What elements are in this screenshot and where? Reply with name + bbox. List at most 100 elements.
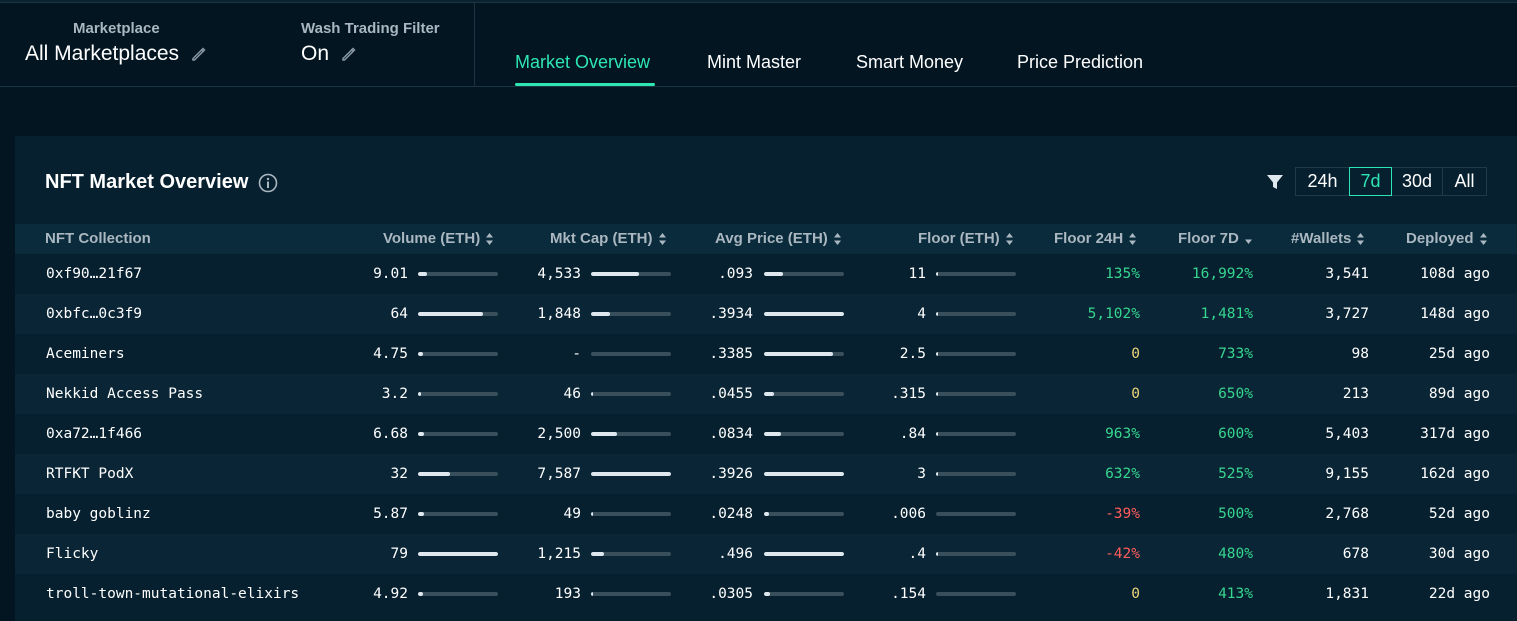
floor-bar-fill [936, 552, 938, 556]
mktcap-bar [591, 432, 671, 436]
range-30d-button[interactable]: 30d [1391, 167, 1443, 196]
sort-icon[interactable] [1005, 232, 1014, 246]
floor-cell: .006 [891, 506, 926, 522]
deployed-cell: 148d ago [1420, 306, 1490, 322]
volume-cell: 4.92 [373, 586, 408, 602]
column-floor7d[interactable]: Floor 7D [1178, 230, 1253, 247]
sort-icon[interactable] [1356, 232, 1365, 246]
panel-title-text: NFT Market Overview [45, 171, 249, 193]
table-row[interactable]: RTFKT PodX 32 7,587 .3926 3 632% 525% 9,155 162d… [15, 454, 1517, 494]
panel-title: NFT Market Overview [45, 171, 278, 194]
marketplace-value-row[interactable]: All Marketplaces [25, 42, 207, 66]
column-floor-label: Floor (ETH) [918, 230, 1000, 247]
table-row[interactable]: Flicky 79 1,215 .496 .4 -42% 480% 678 30d ago [15, 534, 1517, 574]
mktcap-bar-fill [591, 592, 593, 596]
info-icon[interactable] [258, 173, 278, 193]
floor24h-cell: 135% [1105, 266, 1140, 282]
market-overview-panel: NFT Market Overview 24h 7d 30d All NFT C… [15, 136, 1517, 621]
collection-name-cell[interactable]: Nekkid Access Pass [46, 386, 203, 402]
table-row[interactable]: 0xf90…21f67 9.01 4,533 .093 11 135% 16,992% 3,5… [15, 254, 1517, 294]
table-header: NFT Collection Volume (ETH) Mkt Cap (ETH… [15, 224, 1517, 254]
collection-name-cell[interactable]: baby goblinz [46, 506, 151, 522]
floor-bar-fill [936, 312, 938, 316]
tab-market-overview[interactable]: Market Overview [515, 52, 650, 73]
floor7d-cell: 733% [1218, 346, 1253, 362]
avgprice-cell: .496 [718, 546, 753, 562]
avgprice-bar-fill [764, 432, 781, 436]
mktcap-bar [591, 552, 671, 556]
range-7d-button[interactable]: 7d [1349, 167, 1392, 196]
column-deployed-label: Deployed [1406, 230, 1474, 247]
wallets-cell: 3,541 [1325, 266, 1369, 282]
avgprice-cell: .3934 [709, 306, 753, 322]
time-range-selector: 24h 7d 30d All [1295, 167, 1487, 196]
sort-icon[interactable] [1479, 232, 1488, 246]
sort-icon[interactable] [833, 232, 842, 246]
volume-bar [418, 352, 498, 356]
avgprice-bar [764, 312, 844, 316]
floor24h-cell: -39% [1105, 506, 1140, 522]
tab-price-prediction[interactable]: Price Prediction [1017, 52, 1143, 73]
table-row[interactable]: 0xbfc…0c3f9 64 1,848 .3934 4 5,102% 1,481% 3,72… [15, 294, 1517, 334]
sort-desc-icon[interactable] [1244, 232, 1253, 246]
wash-trading-filter[interactable]: Wash Trading Filter On [301, 20, 440, 66]
mktcap-bar [591, 272, 671, 276]
column-floor24h[interactable]: Floor 24H [1054, 230, 1137, 247]
volume-bar [418, 592, 498, 596]
floor7d-cell: 16,992% [1191, 266, 1253, 282]
floor-cell: 4 [917, 306, 926, 322]
avgprice-bar-fill [764, 392, 774, 396]
floor7d-cell: 1,481% [1200, 306, 1253, 322]
wash-trading-value-row[interactable]: On [301, 42, 440, 66]
range-all-button[interactable]: All [1442, 167, 1487, 196]
avgprice-bar-fill [764, 512, 769, 516]
collection-name-cell[interactable]: troll-town-mutational-elixirs [46, 586, 299, 602]
collection-name-cell[interactable]: Aceminers [46, 346, 125, 362]
collection-name-cell[interactable]: 0xbfc…0c3f9 [46, 306, 142, 322]
column-wallets-label: #Wallets [1291, 230, 1352, 247]
table-row[interactable]: 0xa72…1f466 6.68 2,500 .0834 .84 963% 600% 5,40… [15, 414, 1517, 454]
table-row[interactable]: troll-town-mutational-elixirs 4.92 193 .030… [15, 574, 1517, 614]
column-wallets[interactable]: #Wallets [1291, 230, 1365, 247]
column-floor[interactable]: Floor (ETH) [918, 230, 1014, 247]
column-avgprice[interactable]: Avg Price (ETH) [715, 230, 842, 247]
deployed-cell: 30d ago [1428, 546, 1490, 562]
volume-bar-fill [418, 312, 483, 316]
mktcap-cell: 7,587 [537, 466, 581, 482]
column-collection[interactable]: NFT Collection [45, 230, 151, 247]
range-24h-button[interactable]: 24h [1295, 167, 1350, 196]
avgprice-bar [764, 352, 844, 356]
volume-cell: 6.68 [373, 426, 408, 442]
sort-icon[interactable] [485, 232, 494, 246]
floor-cell: 11 [908, 266, 926, 282]
pencil-icon[interactable] [341, 46, 357, 62]
floor24h-cell: -42% [1105, 546, 1140, 562]
wallets-cell: 5,403 [1325, 426, 1369, 442]
sort-icon[interactable] [658, 232, 667, 246]
column-mktcap[interactable]: Mkt Cap (ETH) [550, 230, 667, 247]
wash-trading-value: On [301, 42, 330, 65]
mktcap-cell: 49 [563, 506, 581, 522]
tab-mint-master[interactable]: Mint Master [707, 52, 801, 73]
column-volume[interactable]: Volume (ETH) [383, 230, 494, 247]
column-deployed[interactable]: Deployed [1406, 230, 1488, 247]
floor-bar [936, 552, 1016, 556]
pencil-icon[interactable] [191, 46, 207, 62]
table-row[interactable]: Aceminers 4.75 - .3385 2.5 0 733% 98 25d ago [15, 334, 1517, 374]
collection-name-cell[interactable]: Flicky [46, 546, 98, 562]
mktcap-bar [591, 312, 671, 316]
mktcap-bar [591, 512, 671, 516]
table-row[interactable]: Nekkid Access Pass 3.2 46 .0455 .315 0 650% 213… [15, 374, 1517, 414]
collection-name-cell[interactable]: 0xf90…21f67 [46, 266, 142, 282]
sort-icon[interactable] [1128, 232, 1137, 246]
wallets-cell: 98 [1351, 346, 1369, 362]
funnel-icon[interactable] [1266, 173, 1284, 191]
collection-name-cell[interactable]: 0xa72…1f466 [46, 426, 142, 442]
tab-smart-money[interactable]: Smart Money [856, 52, 963, 73]
table-row[interactable]: baby goblinz 5.87 49 .0248 .006 -39% 500% 2,768… [15, 494, 1517, 534]
mktcap-bar-fill [591, 272, 639, 276]
marketplace-filter[interactable]: Marketplace All Marketplaces [25, 20, 207, 66]
volume-bar-fill [418, 512, 424, 516]
collection-name-cell[interactable]: RTFKT PodX [46, 466, 133, 482]
avgprice-bar [764, 472, 844, 476]
